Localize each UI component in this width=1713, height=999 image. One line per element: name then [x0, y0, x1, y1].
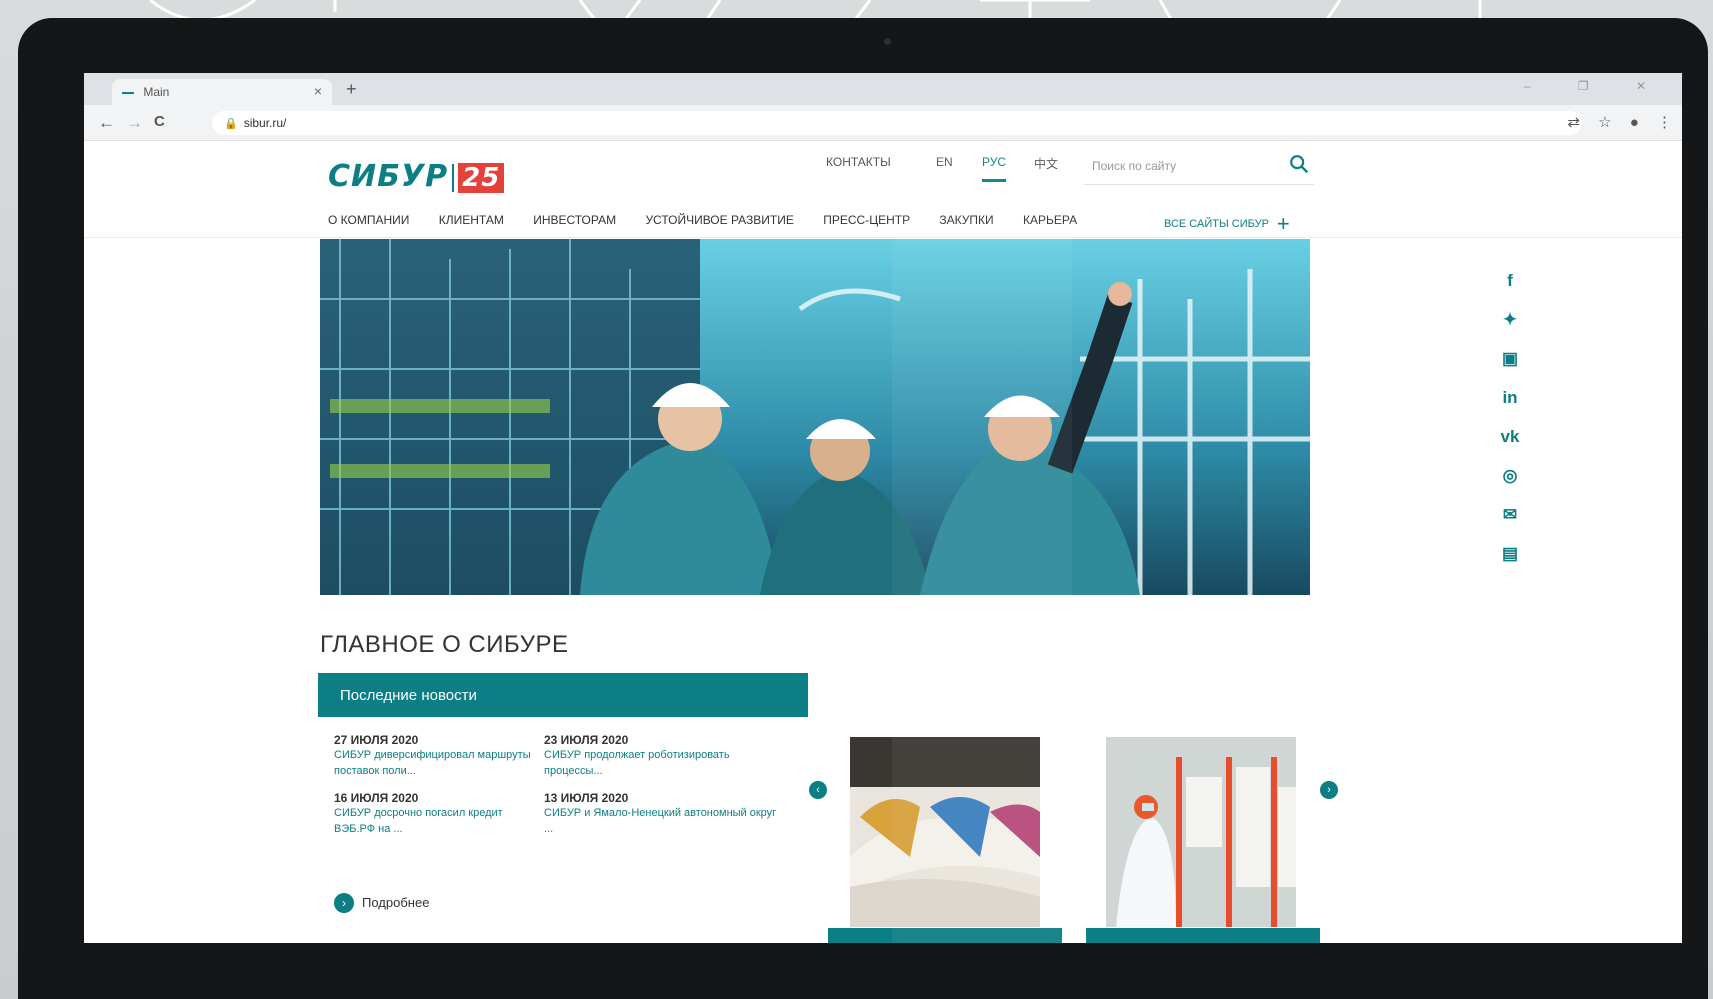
- monitor-frame: Main × + – ❐ ✕ ← → C 🔒 sibur.ru/ ⇄ ☆ ● ⋮: [18, 18, 1708, 999]
- menu-item-sustainability[interactable]: УСТОЙЧИВОЕ РАЗВИТИЕ: [645, 213, 793, 227]
- news-item[interactable]: 16 ИЮЛЯ 2020 СИБУР досрочно погасил кред…: [334, 791, 544, 837]
- star-icon[interactable]: ☆: [1598, 114, 1611, 131]
- print-icon[interactable]: ▤: [1500, 544, 1520, 583]
- news-date: 23 ИЮЛЯ 2020: [544, 733, 629, 747]
- sibur-logo[interactable]: СИБУР 25: [328, 159, 505, 194]
- card-caption-bar: [1086, 928, 1320, 943]
- news-date: 16 ИЮЛЯ 2020: [334, 791, 419, 805]
- card-caption-bar: [828, 928, 1062, 943]
- main-menu: О КОМПАНИИ КЛИЕНТАМ ИНВЕСТОРАМ УСТОЙЧИВО…: [328, 213, 1103, 227]
- webcam: [884, 38, 891, 45]
- browser-tab[interactable]: Main ×: [112, 79, 332, 105]
- search-icon[interactable]: [1288, 153, 1310, 175]
- news-text[interactable]: СИБУР продолжает роботизировать процессы…: [544, 747, 784, 779]
- carousel-prev-button[interactable]: ‹: [809, 781, 827, 799]
- menu-item-investors[interactable]: ИНВЕСТОРАМ: [533, 213, 616, 227]
- hero-banner[interactable]: [320, 239, 1310, 595]
- arrow-right-icon: ›: [334, 893, 354, 913]
- screen: Main × + – ❐ ✕ ← → C 🔒 sibur.ru/ ⇄ ☆ ● ⋮: [84, 73, 1682, 943]
- tab-close-icon[interactable]: ×: [314, 83, 322, 99]
- mail-icon[interactable]: ✉: [1500, 505, 1520, 544]
- news-item[interactable]: 23 ИЮЛЯ 2020 СИБУР продолжает роботизиро…: [544, 733, 784, 779]
- news-item[interactable]: 27 ИЮЛЯ 2020 СИБУР диверсифицировал марш…: [334, 733, 544, 779]
- lang-en[interactable]: EN: [936, 155, 953, 169]
- profile-icon[interactable]: ●: [1630, 114, 1639, 131]
- url-text: sibur.ru/: [243, 116, 287, 130]
- news-text[interactable]: СИБУР и Ямало-Ненецкий автономный округ …: [544, 805, 784, 837]
- magazines-photo: [850, 737, 1040, 927]
- news-date: 13 ИЮЛЯ 2020: [544, 791, 629, 805]
- plus-icon: +: [1276, 211, 1290, 236]
- browser-actions: ⇄ ☆ ● ⋮: [1553, 113, 1672, 131]
- news-header[interactable]: Последние новости: [318, 673, 808, 717]
- forward-button[interactable]: →: [126, 113, 143, 133]
- more-label: Подробнее: [362, 895, 430, 910]
- warehouse-photo: [1106, 737, 1296, 927]
- website: СИБУР 25 КОНТАКТЫ EN РУС 中文 Поиск по сайт…: [84, 141, 1682, 943]
- menu-item-clients[interactable]: КЛИЕНТАМ: [439, 213, 504, 227]
- carousel-card-warehouse[interactable]: [1106, 737, 1296, 927]
- window-controls[interactable]: – ❐ ✕: [1524, 79, 1668, 93]
- browser-toolbar: ← → C 🔒 sibur.ru/ ⇄ ☆ ● ⋮: [84, 105, 1682, 141]
- more-link[interactable]: › Подробнее: [334, 893, 429, 913]
- all-sites-label: ВСЕ САЙТЫ СИБУР: [1164, 217, 1269, 230]
- tab-title: Main: [143, 85, 170, 99]
- youtube-icon[interactable]: ▣: [1500, 349, 1520, 388]
- menu-icon[interactable]: ⋮: [1657, 114, 1672, 131]
- address-bar[interactable]: 🔒 sibur.ru/: [212, 111, 1582, 135]
- translate-icon[interactable]: ⇄: [1567, 114, 1580, 131]
- carousel-next-button[interactable]: ›: [1320, 781, 1338, 799]
- facebook-icon[interactable]: f: [1500, 271, 1520, 310]
- social-links: f ✦ ▣ in vk ◎ ✉ ▤: [1500, 271, 1520, 583]
- news-text[interactable]: СИБУР досрочно погасил кредит ВЭБ.РФ на …: [334, 805, 544, 837]
- news-item[interactable]: 13 ИЮЛЯ 2020 СИБУР и Ямало-Ненецкий авто…: [544, 791, 784, 837]
- menu-item-press[interactable]: ПРЕСС-ЦЕНТР: [823, 213, 910, 227]
- logo-text: СИБУР: [328, 159, 449, 194]
- news-date: 27 ИЮЛЯ 2020: [334, 733, 419, 747]
- reload-button[interactable]: C: [154, 113, 165, 130]
- logo-number: 25: [458, 163, 505, 193]
- vk-icon[interactable]: vk: [1500, 427, 1520, 466]
- back-button[interactable]: ←: [98, 113, 115, 133]
- news-text[interactable]: СИБУР диверсифицировал маршруты поставок…: [334, 747, 544, 779]
- logo-divider: [452, 163, 455, 192]
- menu-item-about[interactable]: О КОМПАНИИ: [328, 213, 409, 227]
- header-divider: [84, 237, 1682, 238]
- tab-favicon: [122, 91, 134, 94]
- news-card: Последние новости 27 ИЮЛЯ 2020 СИБУР див…: [318, 673, 808, 943]
- menu-item-procurement[interactable]: ЗАКУПКИ: [939, 213, 993, 227]
- news-list: 27 ИЮЛЯ 2020 СИБУР диверсифицировал марш…: [318, 717, 808, 837]
- all-sites-link[interactable]: ВСЕ САЙТЫ СИБУР +: [1164, 211, 1290, 237]
- twitter-icon[interactable]: ✦: [1500, 310, 1520, 349]
- instagram-icon[interactable]: ◎: [1500, 466, 1520, 505]
- lang-ru[interactable]: РУС: [982, 155, 1007, 182]
- lock-icon: 🔒: [224, 118, 238, 130]
- section-title: ГЛАВНОЕ О СИБУРЕ: [320, 631, 569, 658]
- browser-tabbar: Main × + – ❐ ✕: [84, 73, 1682, 105]
- new-tab-button[interactable]: +: [346, 79, 357, 100]
- lang-zh[interactable]: 中文: [1034, 155, 1058, 172]
- linkedin-icon[interactable]: in: [1500, 388, 1520, 427]
- menu-item-career[interactable]: КАРЬЕРА: [1023, 213, 1077, 227]
- search-placeholder: Поиск по сайту: [1092, 159, 1177, 173]
- carousel-card-magazines[interactable]: [850, 737, 1040, 927]
- contacts-link[interactable]: КОНТАКТЫ: [826, 155, 891, 169]
- search-input[interactable]: Поиск по сайту: [1084, 145, 1314, 185]
- hero-photo-workers: [320, 239, 1310, 595]
